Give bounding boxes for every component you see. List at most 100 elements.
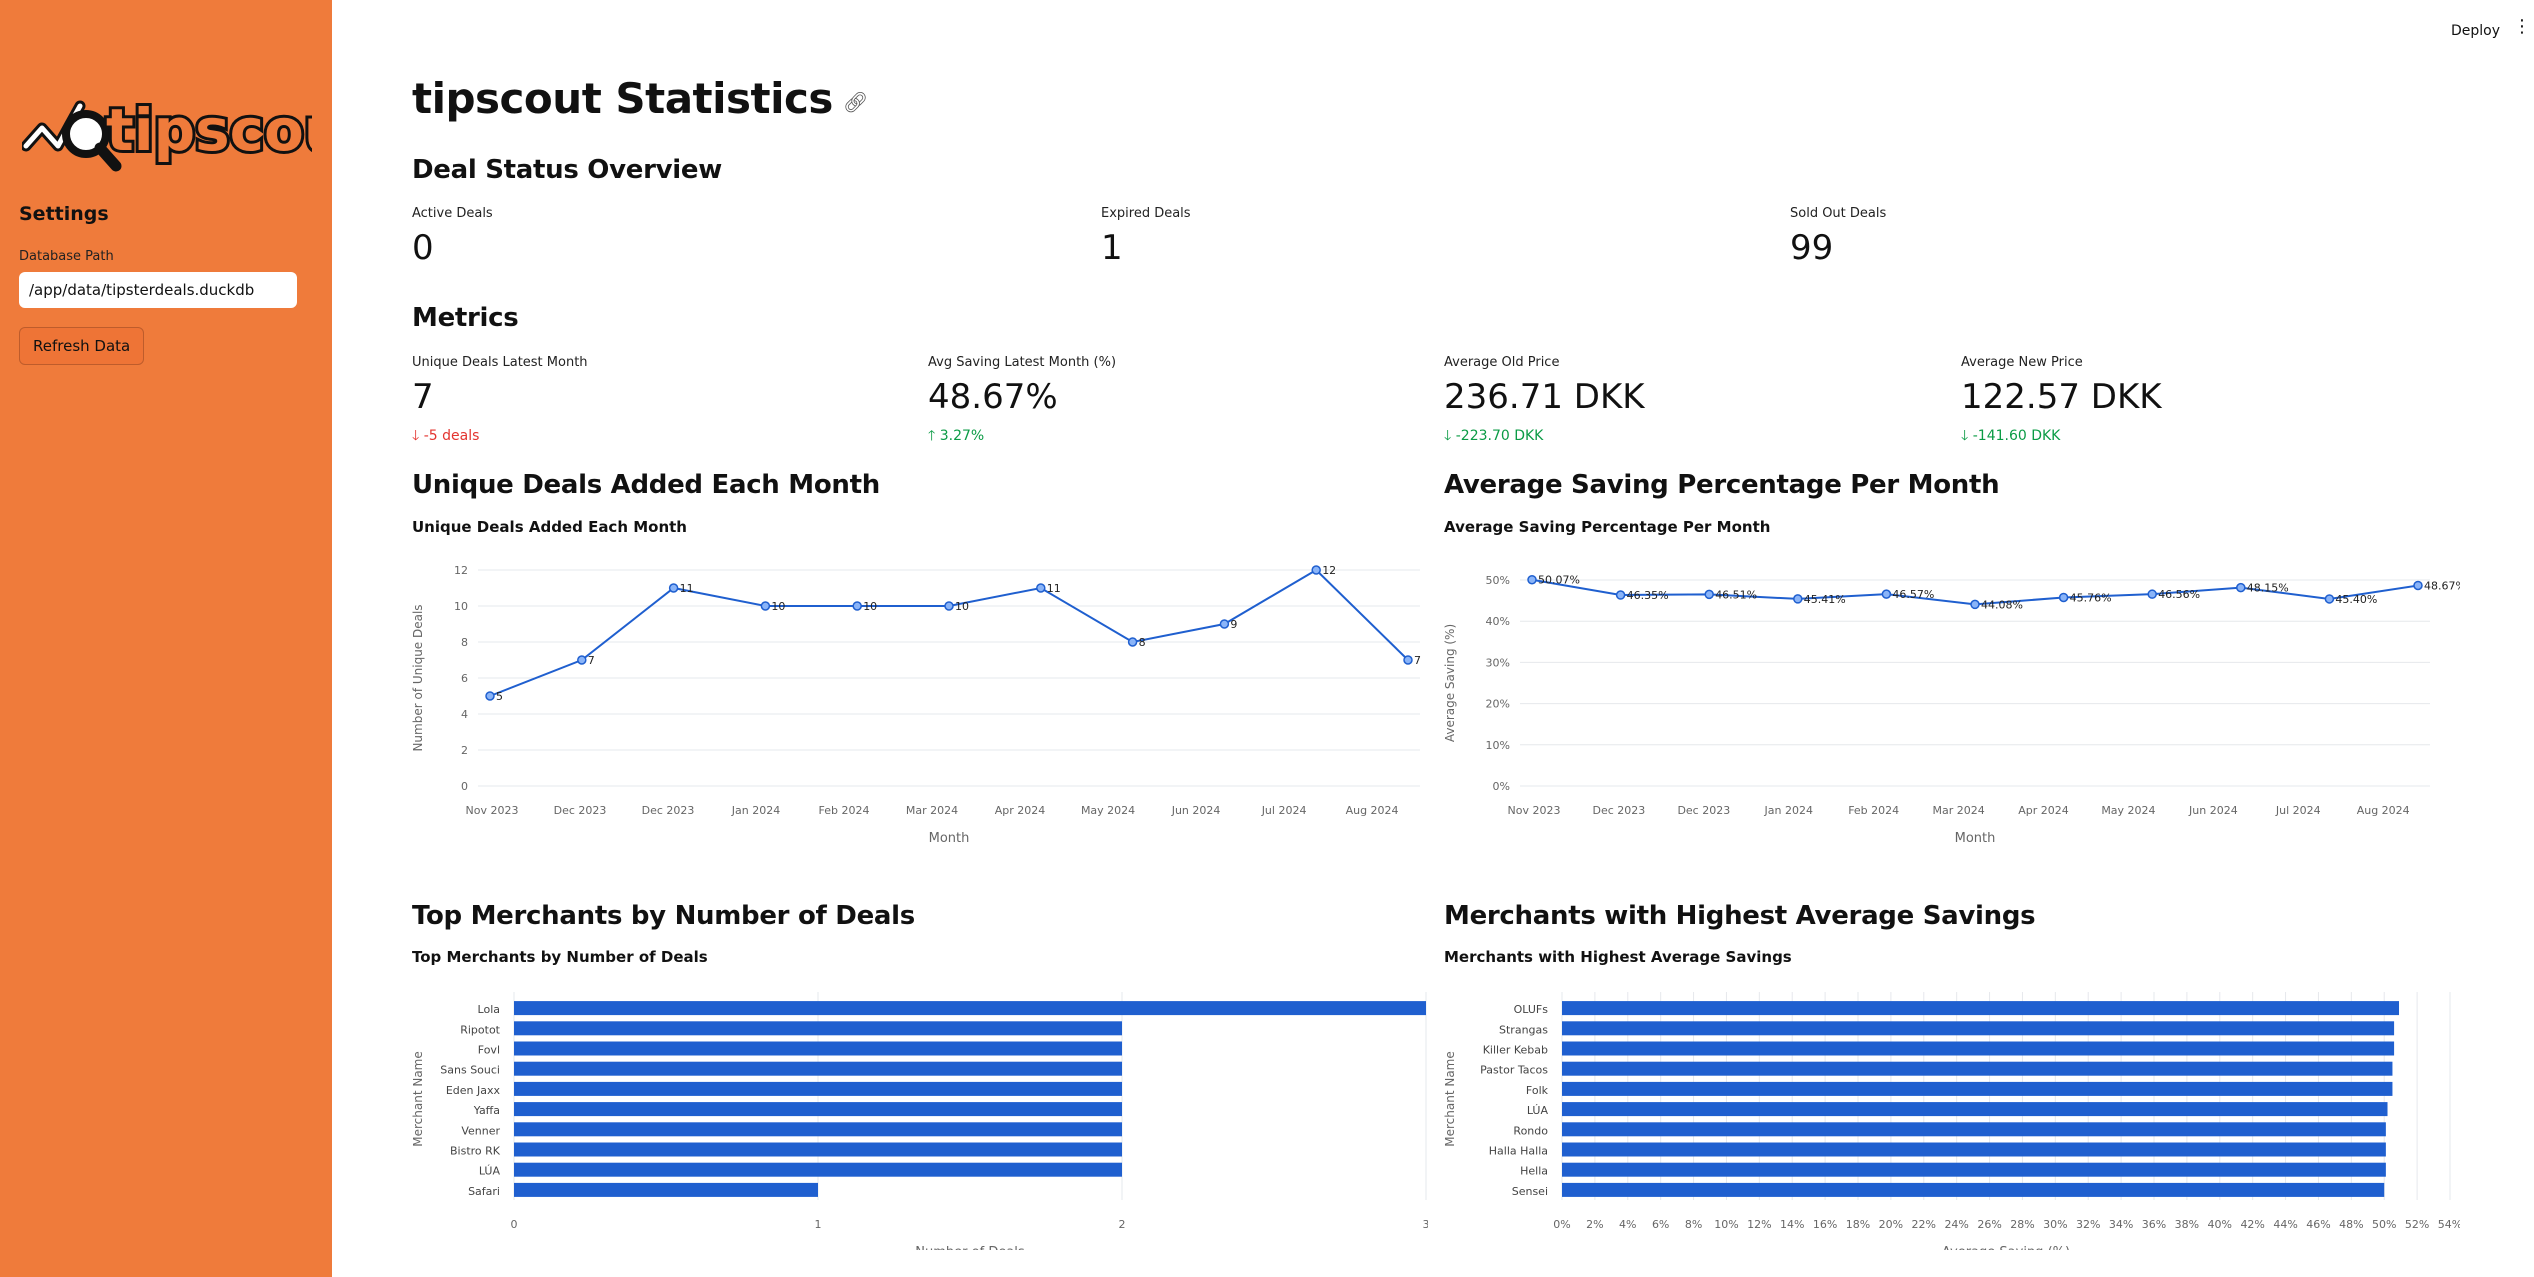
metric-value: 48.67% (928, 377, 1058, 417)
metric-value: 236.71 DKK (1444, 377, 1645, 417)
data-point (1311, 565, 1321, 575)
x-tick-label: 26% (1977, 1218, 2001, 1231)
bar (514, 1021, 1122, 1036)
metric-label: Unique Deals Latest Month (412, 355, 588, 370)
x-tick-label: 6% (1652, 1218, 1669, 1231)
x-tick-label: Jun 2024 (1171, 804, 1221, 817)
category-label: Pastor Tacos (1480, 1064, 1548, 1077)
y-axis-title: Merchant Name (1443, 1051, 1457, 1147)
sold-out-deals-value: 99 (1790, 228, 1834, 268)
x-tick-label: 2 (1119, 1218, 1126, 1231)
x-tick-label: 54% (2438, 1218, 2460, 1231)
avg-saving-line-chart: 0% 10% 20% 30% 40% 50% Nov 2023 Dec 2023 Dec 202… (1443, 574, 2460, 846)
data-point (1793, 594, 1803, 604)
x-tick-label: Aug 2024 (2357, 804, 2410, 817)
bar (514, 1041, 1122, 1056)
monthly-deals-line-chart: 0 2 4 6 8 10 12 Nov 2023 Dec 2023 Dec 2023 Jan 202… (411, 564, 1421, 846)
bar (514, 1182, 818, 1197)
category-label: Bistro RK (450, 1145, 501, 1158)
x-tick-label: Jan 2024 (1764, 804, 1813, 817)
metrics-heading: Metrics (412, 303, 519, 333)
bar (1562, 1021, 2395, 1036)
y-tick-label: 10 (454, 600, 468, 613)
y-tick-label: 6 (461, 672, 468, 685)
metric-label: Average New Price (1961, 355, 2083, 370)
expired-deals-label: Expired Deals (1101, 206, 1191, 221)
x-tick-label: Jun 2024 (2188, 804, 2238, 817)
data-point (1127, 637, 1138, 647)
y-tick-label: 2 (461, 744, 468, 757)
x-tick-label: 36% (2142, 1218, 2166, 1231)
top-savings-heading: Merchants with Highest Average Savings (1444, 901, 2036, 931)
chart-title: Merchants with Highest Average Savings (1444, 948, 1792, 966)
y-tick-label: 4 (461, 708, 468, 721)
bar (1562, 1142, 2386, 1157)
x-tick-label: 12% (1747, 1218, 1771, 1231)
bar (1562, 1182, 2385, 1197)
x-tick-label: 46% (2306, 1218, 2330, 1231)
page-title-text: tipscout Statistics (412, 74, 833, 123)
x-tick-label: Dec 2023 (554, 804, 607, 817)
metric-delta: 🡓 -141.60 DKK (1961, 425, 2060, 449)
x-tick-label: 0% (1553, 1218, 1570, 1231)
bar (1562, 1001, 2400, 1016)
database-path-input[interactable]: /app/data/tipsterdeals.duckdb (19, 272, 297, 308)
metric-delta: 🡓 -5 deals (412, 425, 479, 449)
bar (514, 1061, 1122, 1076)
x-tick-label: 50% (2372, 1218, 2396, 1231)
data-point (1036, 583, 1046, 593)
data-point (577, 655, 587, 665)
deploy-button[interactable]: Deploy (2451, 23, 2500, 39)
y-tick-label: 0 (461, 780, 468, 793)
series-line (489, 568, 1409, 697)
data-label: 11 (680, 582, 694, 595)
bar (1562, 1122, 2386, 1137)
data-label: 12 (1322, 564, 1336, 577)
data-point (2324, 594, 2335, 604)
metric-value: 7 (412, 377, 434, 417)
avg-saving-heading: Average Saving Percentage Per Month (1444, 470, 2000, 500)
x-tick-label: 4% (1619, 1218, 1636, 1231)
top-savings-bar-chart: 0% 2% 4% 6% 8% 10% 12% 14% 16% 18% 20% 22% 24% 26% 28%… (1443, 992, 2460, 1250)
y-tick-label: 20% (1486, 698, 1510, 711)
metric-delta-text: 3.27% (939, 428, 985, 444)
deal-status-heading: Deal Status Overview (412, 155, 722, 185)
data-label: 48.67% (2424, 579, 2460, 592)
bar (514, 1081, 1122, 1096)
data-label: 50.07% (1538, 574, 1580, 587)
x-tick-label: Mar 2024 (906, 804, 958, 817)
x-tick-label: 10% (1714, 1218, 1738, 1231)
y-axis-title: Average Saving (%) (1443, 624, 1457, 742)
refresh-data-button[interactable]: Refresh Data (19, 327, 145, 365)
x-tick-label: Jan 2024 (731, 804, 780, 817)
data-point (1881, 589, 1892, 599)
chart-title: Unique Deals Added Each Month (412, 518, 687, 536)
x-tick-label: Feb 2024 (819, 804, 870, 817)
sold-out-deals-label: Sold Out Deals (1790, 206, 1887, 221)
data-point (1704, 589, 1714, 600)
bar (514, 1162, 1122, 1177)
category-label: LÚA (479, 1165, 501, 1178)
x-tick-label: May 2024 (1081, 804, 1135, 817)
metric-value: 122.57 DKK (1961, 377, 2162, 417)
bar (514, 1142, 1122, 1157)
data-label: 46.57% (1892, 588, 1934, 601)
x-tick-label: 3 (1423, 1218, 1429, 1231)
data-point (2236, 582, 2246, 593)
x-tick-label: May 2024 (2101, 804, 2155, 817)
expired-deals-value: 1 (1101, 228, 1123, 268)
x-tick-label: 18% (1846, 1218, 1870, 1231)
data-label: 48.15% (2247, 582, 2289, 595)
x-tick-label: 44% (2273, 1218, 2297, 1231)
x-tick-label: 14% (1780, 1218, 1804, 1231)
settings-title: Settings (19, 203, 109, 225)
chart-title: Average Saving Percentage Per Month (1444, 518, 1771, 536)
data-point (852, 601, 862, 611)
category-label: LÚA (1527, 1104, 1549, 1117)
category-label: Sensei (1512, 1185, 1548, 1198)
category-label: Halla Halla (1489, 1145, 1548, 1158)
x-tick-label: Dec 2023 (642, 804, 695, 817)
x-tick-label: Dec 2023 (1677, 804, 1730, 817)
kebab-menu-icon[interactable]: ⋮ (2513, 18, 2531, 36)
anchor-link-icon[interactable]: 🔗︎ (843, 90, 868, 114)
